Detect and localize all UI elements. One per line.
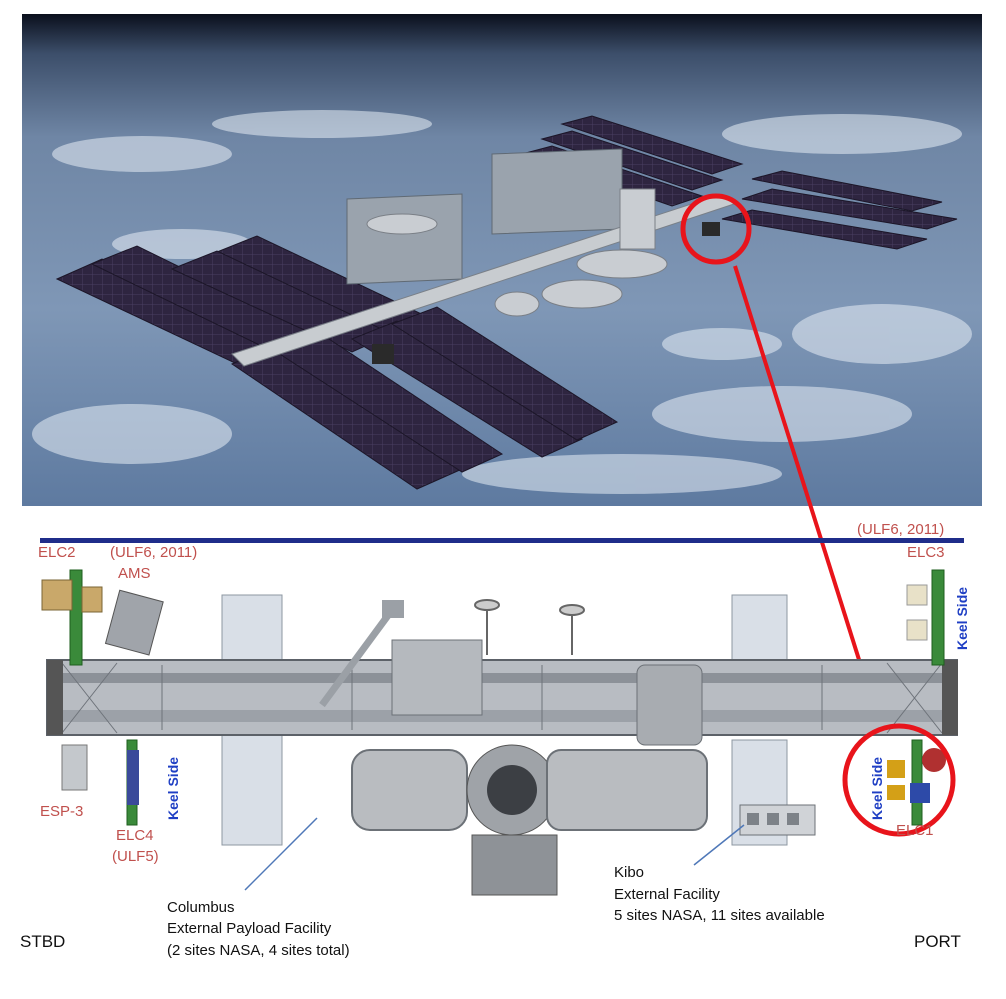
label-ulf6-right: (ULF6, 2011) <box>857 521 945 538</box>
label-keel-side-elc3: Keel Side <box>954 586 970 650</box>
label-stbd: STBD <box>20 932 66 951</box>
label-ulf5: (ULF5) <box>112 848 159 865</box>
label-elc4: ELC4 <box>116 827 154 844</box>
kibo-caption-line3: 5 sites NASA, 11 sites available <box>614 907 825 924</box>
label-elc3: ELC3 <box>907 544 945 561</box>
kibo-caption-line1: Kibo <box>614 864 645 881</box>
columbus-caption-line1: Columbus <box>167 899 235 916</box>
label-ulf6-left: (ULF6, 2011) <box>110 544 198 561</box>
columbus-caption-line3: (2 sites NASA, 4 sites total) <box>167 942 350 959</box>
columbus-caption-line2: External Payload Facility <box>167 920 332 937</box>
label-esp3: ESP-3 <box>40 803 84 820</box>
top-bar <box>40 538 964 543</box>
kibo-caption-line2: External Facility <box>614 886 720 903</box>
label-keel-side-elc4: Keel Side <box>165 756 181 820</box>
iss-diagram: ELC2 (ULF6, 2011) AMS (ULF6, 2011) ELC3 … <box>20 515 982 994</box>
iss-diagram-drawing <box>40 538 964 896</box>
label-port: PORT <box>914 932 961 951</box>
label-elc1: ELC1 <box>896 822 934 839</box>
label-ams: AMS <box>118 565 151 582</box>
highlight-circle-bottom <box>842 723 956 837</box>
label-keel-side-elc1: Keel Side <box>869 756 885 820</box>
label-elc2: ELC2 <box>38 544 76 561</box>
